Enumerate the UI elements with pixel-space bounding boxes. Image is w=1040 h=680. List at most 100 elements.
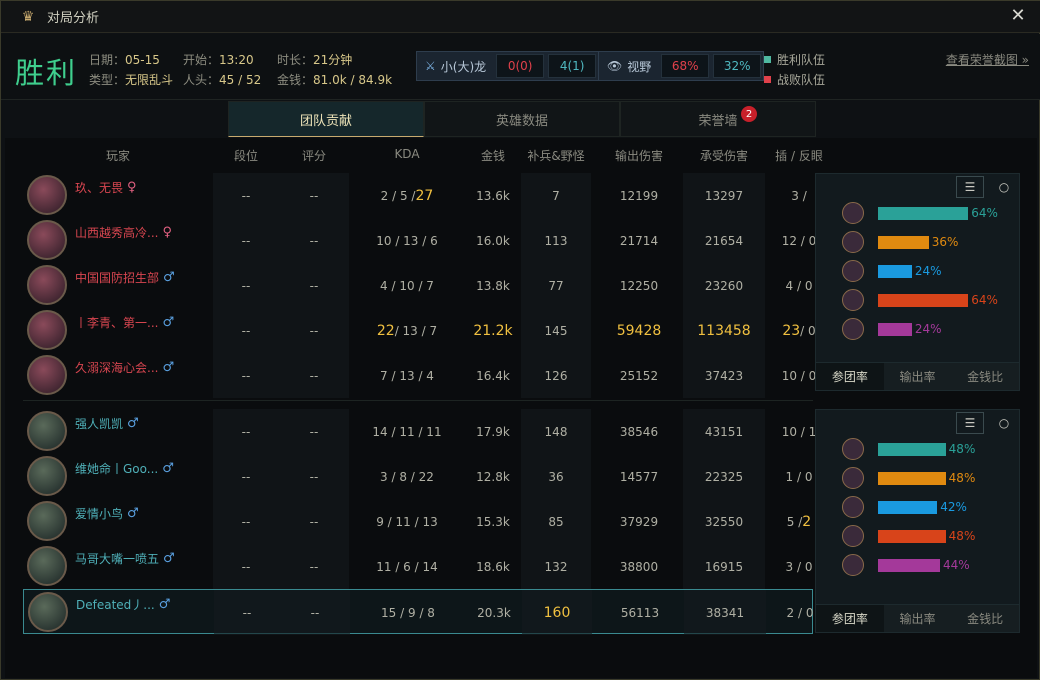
sort-icon[interactable]: ☰ — [956, 412, 984, 434]
player-row[interactable]: 马哥大嘴一喷五 ♂ -- -- 11 / 6 / 14 18.6k 132 38800 1691… — [23, 544, 813, 589]
champion-avatar[interactable] — [27, 355, 67, 395]
damage-cell-text: 37929 — [619, 514, 659, 529]
champion-avatar[interactable] — [27, 220, 67, 260]
champion-avatar[interactable] — [27, 310, 67, 350]
participation-bar-row: 24% — [842, 258, 1012, 284]
side-tab-gold-ratio[interactable]: 金钱比 — [951, 363, 1020, 390]
cs-cell: 126 — [521, 353, 591, 398]
cs-cell: 85 — [521, 499, 591, 544]
male-icon: ♂ — [163, 551, 175, 566]
gold-cell-text: 13.6k — [476, 188, 510, 203]
team1-side-panel: ☰ ○ 64% 36% 24% 64% 24% 参团率 输出率 金钱比 — [815, 173, 1020, 391]
player-name[interactable]: 强人凯凯 ♂ — [75, 415, 139, 432]
player-name[interactable]: 玖、无畏 ♀ — [75, 179, 137, 196]
player-name-text: 爱情小鸟 — [75, 507, 124, 521]
cs-cell-text: 145 — [544, 323, 568, 338]
participation-percent: 24% — [914, 264, 942, 278]
score-cell-text: -- — [310, 605, 320, 620]
view-honor-screenshot-link[interactable]: 查看荣誉截图 » — [946, 51, 1029, 68]
cs-cell-text: 85 — [548, 514, 564, 529]
side-tab-participation[interactable]: 参团率 — [816, 363, 884, 390]
player-row[interactable]: 中国国防招生部 ♂ -- -- 4 / 10 / 7 13.8k 77 12250 23260 4… — [23, 263, 813, 308]
score-cell: -- — [279, 409, 349, 454]
rank-cell: -- — [213, 353, 279, 398]
title-bar: ♛ 对局分析 ✕ — [1, 1, 1040, 33]
side-tab-damage-rate[interactable]: 输出率 — [883, 363, 952, 390]
player-name[interactable]: 中国国防招生部 ♂ — [75, 269, 175, 286]
damage-cell: 12199 — [595, 173, 683, 218]
player-row[interactable]: 山西越秀高冷... ♀ -- -- 10 / 13 / 6 16.0k 113 21714 21… — [23, 218, 816, 263]
tab-hero-data[interactable]: 英雄数据 — [424, 101, 620, 137]
match-result: 胜利 — [15, 56, 78, 90]
legend-lose: 战败队伍 — [764, 71, 825, 88]
score-cell-text: -- — [309, 323, 319, 338]
match-summary: 胜利 日期：05-15 类型：无限乱斗 开始：13:20 人头：45 / 52 … — [1, 34, 1040, 100]
circle-toggle-icon[interactable]: ○ — [990, 412, 1018, 434]
circle-toggle-icon[interactable]: ○ — [990, 176, 1018, 198]
gold-cell-text: 16.0k — [476, 233, 510, 248]
kda-cell: 7 / 13 / 4 — [349, 353, 465, 398]
kda-cell: 22 / 13 / 7 — [349, 308, 465, 353]
start-info: 开始：13:20 — [183, 53, 254, 67]
mini-champion-avatar — [842, 496, 864, 518]
gold-cell: 20.3k — [466, 590, 522, 635]
match-analysis-window: ♛ 对局分析 ✕ 胜利 日期：05-15 类型：无限乱斗 开始：13:20 人头… — [0, 0, 1040, 680]
player-name[interactable]: 维她命丨Goo... ♂ — [75, 460, 174, 477]
cs-cell-text: 148 — [544, 424, 568, 439]
cs-cell: 7 — [521, 173, 591, 218]
taken-cell: 37423 — [683, 353, 765, 398]
champion-avatar[interactable] — [27, 501, 67, 541]
damage-cell: 25152 — [595, 353, 683, 398]
player-row[interactable]: 爱情小鸟 ♂ -- -- 9 / 11 / 13 15.3k 85 37929 32550 5 /… — [23, 499, 813, 544]
taken-cell: 21654 — [683, 218, 765, 263]
side-tab-damage-rate[interactable]: 输出率 — [883, 605, 952, 632]
champion-avatar[interactable] — [27, 411, 67, 451]
mode-info: 类型：无限乱斗 — [89, 73, 174, 87]
player-name[interactable]: 久溺深海心会... ♂ — [75, 359, 174, 376]
cs-cell: 145 — [521, 308, 591, 353]
rank-cell: -- — [213, 544, 279, 589]
gold-cell: 15.3k — [465, 499, 521, 544]
damage-cell: 56113 — [596, 590, 684, 635]
male-icon: ♂ — [162, 360, 175, 375]
champion-avatar[interactable] — [27, 265, 67, 305]
player-name[interactable]: 山西越秀高冷... ♀ — [75, 224, 172, 241]
team2-side-tabs: 参团率 输出率 金钱比 — [816, 604, 1020, 632]
tab-honor-wall[interactable]: 荣誉墙 2 — [620, 101, 816, 137]
side-tab-participation[interactable]: 参团率 — [816, 605, 884, 632]
header-score: 评分 — [301, 149, 326, 163]
cs-cell: 36 — [521, 454, 591, 499]
rank-cell-text: -- — [241, 188, 251, 203]
cs-cell-text: 77 — [548, 278, 564, 293]
date-info: 日期：05-15 — [89, 53, 160, 67]
rank-cell-text: -- — [241, 514, 251, 529]
rank-cell: -- — [213, 454, 279, 499]
kda-cell: 3 / 8 / 22 — [349, 454, 465, 499]
participation-bar — [878, 264, 912, 278]
champion-avatar[interactable] — [27, 456, 67, 496]
player-row[interactable]: 玖、无畏 ♀ -- -- 2 / 5 / 27 13.6k 7 12199 13297 3 / — [23, 173, 813, 218]
participation-bar — [878, 293, 969, 307]
vision-stat: 👁 视野 68% 32% — [598, 51, 765, 81]
player-name[interactable]: Defeated丿... ♂ — [76, 596, 170, 613]
player-row[interactable]: 维她命丨Goo... ♂ -- -- 3 / 8 / 22 12.8k 36 14577 223… — [23, 454, 813, 499]
player-name[interactable]: 丨李青、第一... ♂ — [75, 314, 174, 331]
score-cell: -- — [279, 544, 349, 589]
champion-avatar[interactable] — [28, 592, 68, 632]
damage-cell: 14577 — [595, 454, 683, 499]
score-cell-text: -- — [309, 469, 319, 484]
player-row[interactable]: 强人凯凯 ♂ -- -- 14 / 11 / 11 17.9k 148 38546 43151 1… — [23, 409, 816, 454]
kda-cell-text: 22 — [376, 322, 395, 339]
sort-icon[interactable]: ☰ — [956, 176, 984, 198]
player-row[interactable]: Defeated丿... ♂ -- -- 15 / 9 / 8 20.3k 160 56113… — [23, 589, 813, 635]
tab-team-contribution[interactable]: 团队贡献 — [228, 101, 424, 137]
champion-avatar[interactable] — [27, 546, 67, 586]
champion-avatar[interactable] — [27, 175, 67, 215]
player-row[interactable]: 久溺深海心会... ♂ -- -- 7 / 13 / 4 16.4k 126 25152 374… — [23, 353, 816, 398]
player-row[interactable]: 丨李青、第一... ♂ -- -- 22 / 13 / 7 21.2k 145 59428 11… — [23, 308, 816, 353]
kda-cell-text: 14 / 11 / 11 — [372, 424, 442, 439]
player-name[interactable]: 马哥大嘴一喷五 ♂ — [75, 550, 175, 567]
side-tab-gold-ratio[interactable]: 金钱比 — [951, 605, 1020, 632]
player-name[interactable]: 爱情小鸟 ♂ — [75, 505, 139, 522]
close-button[interactable]: ✕ — [1009, 7, 1027, 25]
